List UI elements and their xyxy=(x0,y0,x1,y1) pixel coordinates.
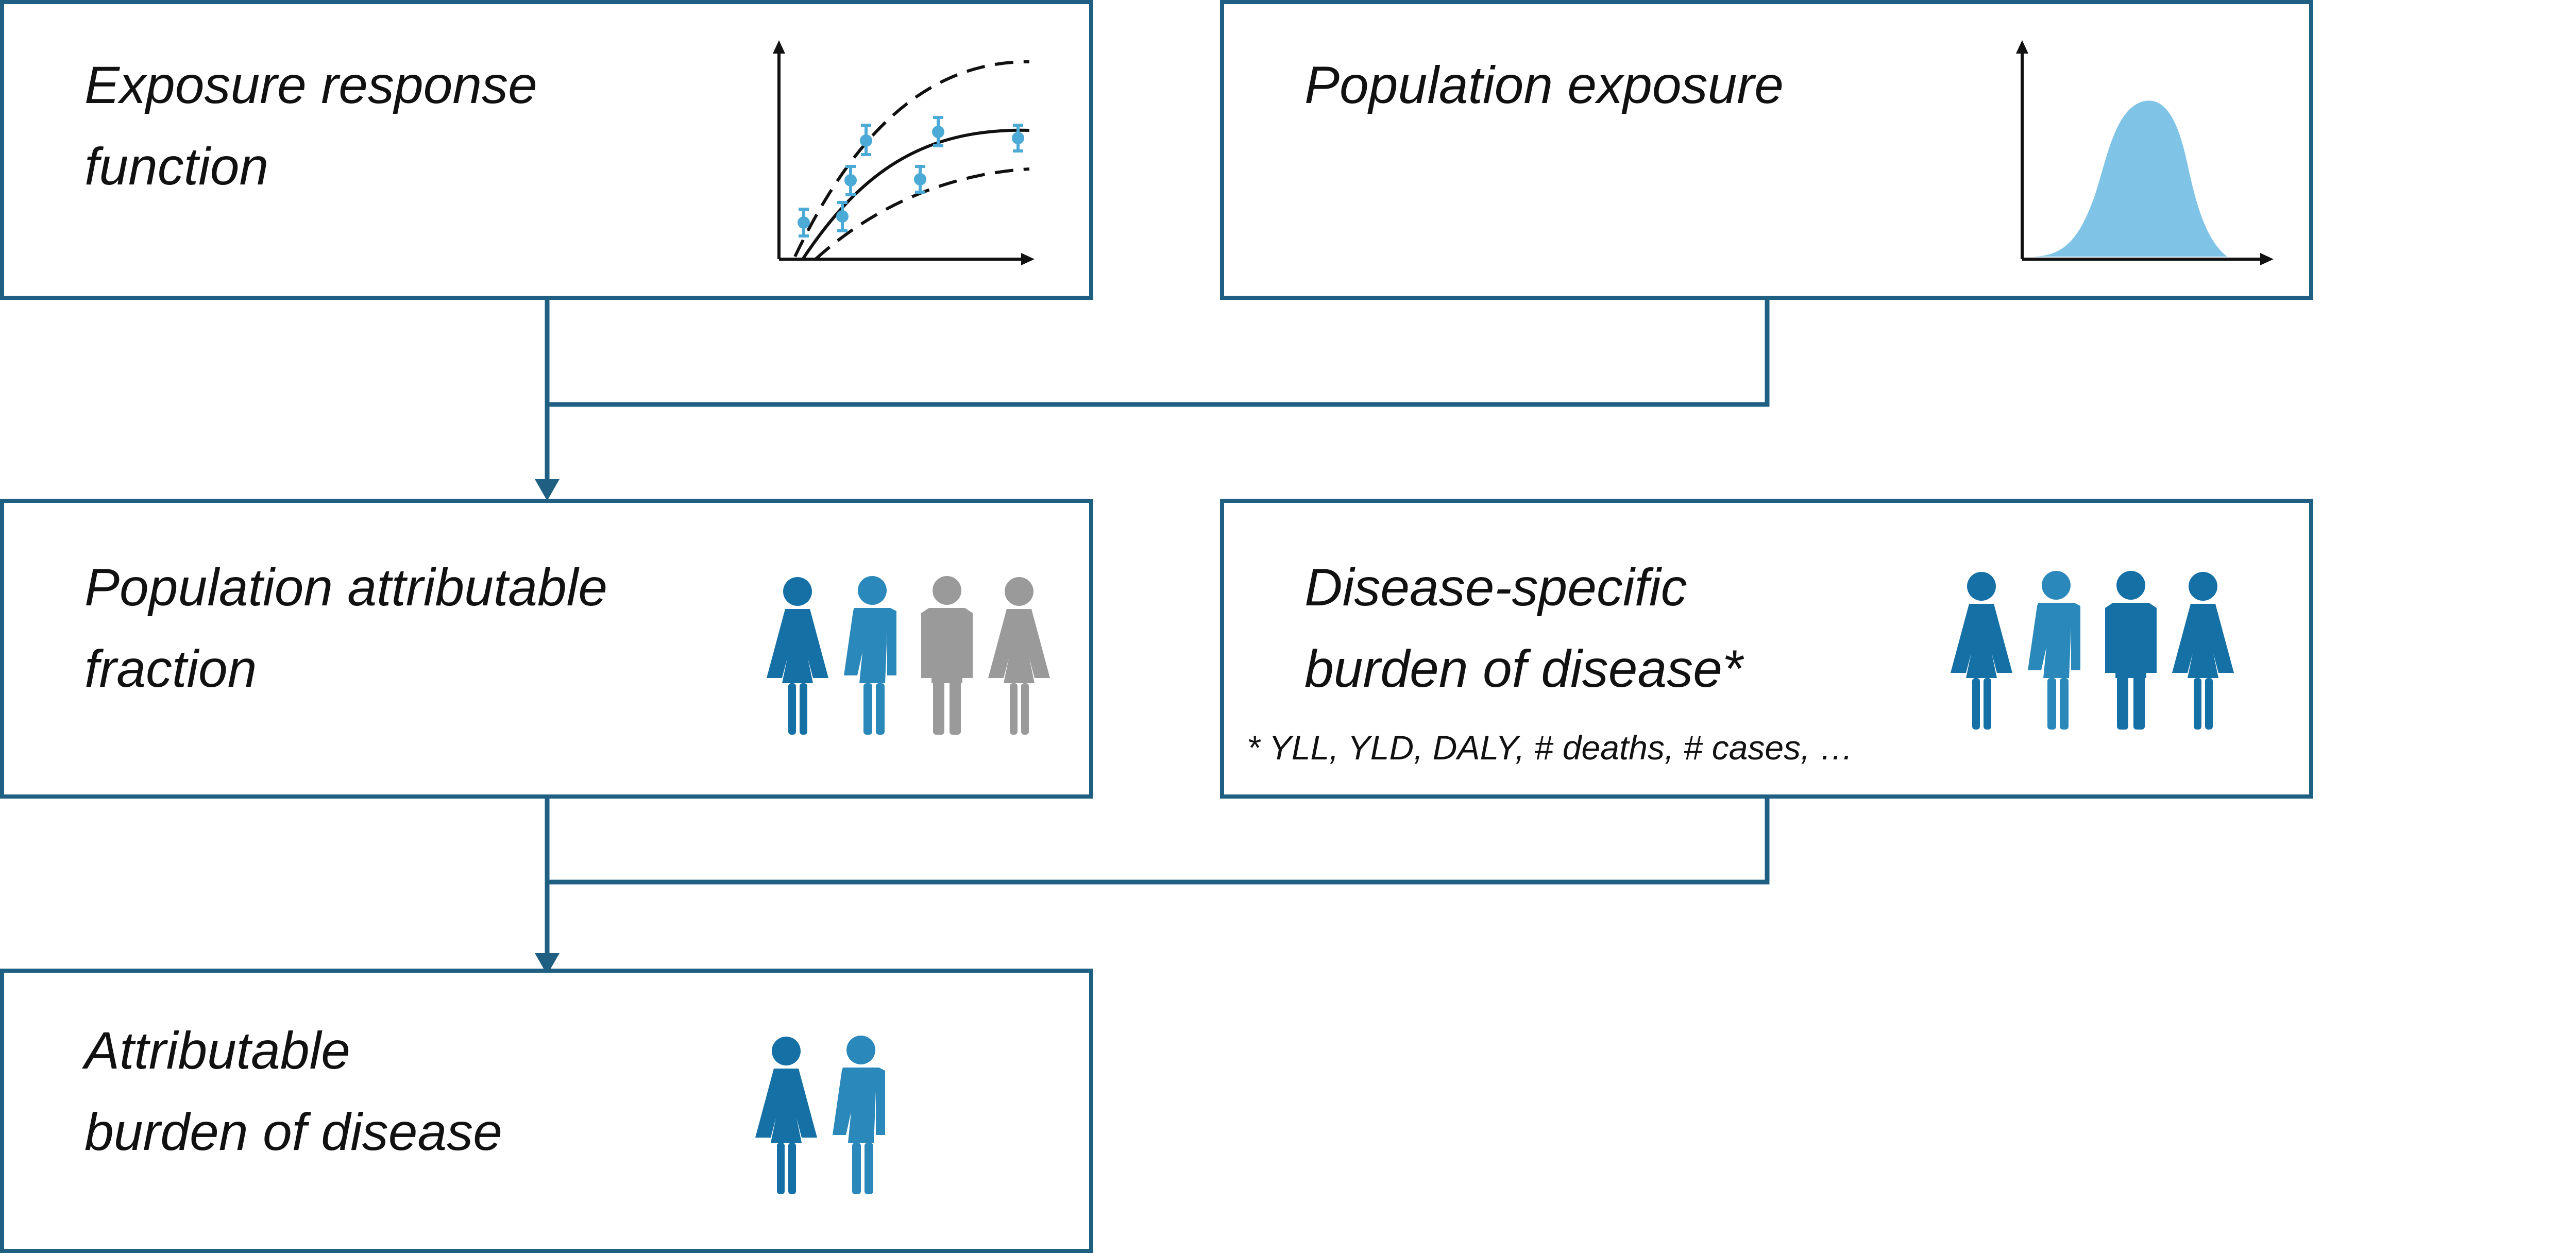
connector-top-merge xyxy=(545,296,1770,407)
connector-bottom-merge xyxy=(545,793,1770,885)
disease-burden-footnote: * YLL, YLD, DALY, # deaths, # cases, … xyxy=(1247,729,1854,767)
distribution-curve-icon xyxy=(2016,40,2274,265)
male-female-figure-icon xyxy=(2028,571,2080,730)
male-figure-icon xyxy=(2105,571,2157,730)
exposure-response-title: Exposure response function xyxy=(84,56,537,196)
attributable-burden-box: Attributable burden of disease xyxy=(0,969,1093,1253)
diagram: Exposure response function Population ex… xyxy=(0,0,2576,1253)
paf-box: Population attributable fraction xyxy=(0,499,1093,799)
male-figure-icon xyxy=(921,576,973,735)
population-exposure-title: Population exposure xyxy=(1304,56,1784,114)
paf-title: Population attributable fraction xyxy=(84,558,608,698)
female-figure-icon xyxy=(755,1037,817,1194)
disease-burden-box: Disease-specific burden of disease* * YL… xyxy=(1220,499,2313,799)
male-female-figure-icon xyxy=(833,1036,885,1194)
female-figure-icon xyxy=(2172,572,2234,730)
female-figure-icon xyxy=(767,577,828,735)
arrowhead-to-paf xyxy=(535,479,560,501)
female-figure-icon xyxy=(1951,572,2012,730)
people-pair-icon xyxy=(755,1036,885,1194)
people-group-icon xyxy=(1951,571,2234,730)
dose-response-curve-icon xyxy=(773,40,1035,265)
disease-burden-title: Disease-specific burden of disease* xyxy=(1304,558,1743,698)
female-figure-icon xyxy=(988,577,1050,735)
people-group-icon xyxy=(767,576,1050,735)
exposure-response-box: Exposure response function xyxy=(0,0,1093,300)
male-female-figure-icon xyxy=(844,576,896,735)
population-exposure-box: Population exposure xyxy=(1220,0,2313,300)
attributable-burden-title: Attributable burden of disease xyxy=(84,1021,502,1161)
